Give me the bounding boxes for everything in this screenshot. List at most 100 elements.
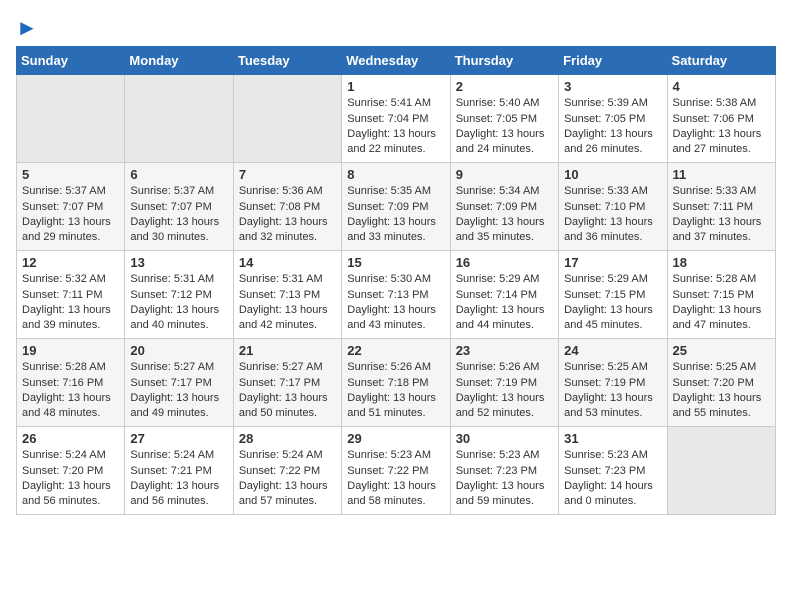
header-saturday: Saturday bbox=[667, 47, 775, 75]
day-info: Sunrise: 5:24 AMSunset: 7:21 PMDaylight:… bbox=[130, 448, 227, 510]
day-info: Sunrise: 5:34 AMSunset: 7:09 PMDaylight:… bbox=[456, 184, 553, 246]
day-info: Sunrise: 5:24 AMSunset: 7:20 PMDaylight:… bbox=[22, 448, 119, 510]
day-cell: 30 Sunrise: 5:23 AMSunset: 7:23 PMDayligh… bbox=[450, 427, 558, 515]
day-cell: 28 Sunrise: 5:24 AMSunset: 7:22 PMDayligh… bbox=[233, 427, 341, 515]
week-row-2: 5 Sunrise: 5:37 AMSunset: 7:07 PMDaylight… bbox=[17, 163, 776, 251]
day-info: Sunrise: 5:27 AMSunset: 7:17 PMDaylight:… bbox=[130, 360, 227, 422]
day-info: Sunrise: 5:32 AMSunset: 7:11 PMDaylight:… bbox=[22, 272, 119, 334]
day-info: Sunrise: 5:36 AMSunset: 7:08 PMDaylight:… bbox=[239, 184, 336, 246]
day-cell: 9 Sunrise: 5:34 AMSunset: 7:09 PMDaylight… bbox=[450, 163, 558, 251]
day-info: Sunrise: 5:26 AMSunset: 7:19 PMDaylight:… bbox=[456, 360, 553, 422]
day-cell: 5 Sunrise: 5:37 AMSunset: 7:07 PMDaylight… bbox=[17, 163, 125, 251]
day-info: Sunrise: 5:29 AMSunset: 7:14 PMDaylight:… bbox=[456, 272, 553, 334]
day-number: 22 bbox=[347, 343, 444, 358]
day-info: Sunrise: 5:23 AMSunset: 7:23 PMDaylight:… bbox=[456, 448, 553, 510]
day-cell bbox=[667, 427, 775, 515]
day-cell: 21 Sunrise: 5:27 AMSunset: 7:17 PMDayligh… bbox=[233, 339, 341, 427]
header-friday: Friday bbox=[559, 47, 667, 75]
day-number: 5 bbox=[22, 167, 119, 182]
day-info: Sunrise: 5:25 AMSunset: 7:20 PMDaylight:… bbox=[673, 360, 770, 422]
day-info: Sunrise: 5:23 AMSunset: 7:22 PMDaylight:… bbox=[347, 448, 444, 510]
day-cell: 26 Sunrise: 5:24 AMSunset: 7:20 PMDayligh… bbox=[17, 427, 125, 515]
logo: ► bbox=[16, 16, 38, 36]
day-info: Sunrise: 5:39 AMSunset: 7:05 PMDaylight:… bbox=[564, 96, 661, 158]
day-cell: 6 Sunrise: 5:37 AMSunset: 7:07 PMDaylight… bbox=[125, 163, 233, 251]
day-info: Sunrise: 5:33 AMSunset: 7:10 PMDaylight:… bbox=[564, 184, 661, 246]
day-cell: 24Sunrise: 5:25 AMSunset: 7:19 PMDayligh… bbox=[559, 339, 667, 427]
day-number: 1 bbox=[347, 79, 444, 94]
day-info: Sunrise: 5:29 AMSunset: 7:15 PMDaylight:… bbox=[564, 272, 661, 334]
day-number: 15 bbox=[347, 255, 444, 270]
day-number: 18 bbox=[673, 255, 770, 270]
day-cell: 22 Sunrise: 5:26 AMSunset: 7:18 PMDayligh… bbox=[342, 339, 450, 427]
day-number: 4 bbox=[673, 79, 770, 94]
day-info: Sunrise: 5:37 AMSunset: 7:07 PMDaylight:… bbox=[130, 184, 227, 246]
day-number: 29 bbox=[347, 431, 444, 446]
logo-bird-arrow: ► bbox=[16, 15, 38, 40]
day-number: 13 bbox=[130, 255, 227, 270]
day-cell: 3Sunrise: 5:39 AMSunset: 7:05 PMDaylight… bbox=[559, 75, 667, 163]
day-info: Sunrise: 5:24 AMSunset: 7:22 PMDaylight:… bbox=[239, 448, 336, 510]
header-sunday: Sunday bbox=[17, 47, 125, 75]
day-number: 2 bbox=[456, 79, 553, 94]
day-info: Sunrise: 5:37 AMSunset: 7:07 PMDaylight:… bbox=[22, 184, 119, 246]
day-cell: 11Sunrise: 5:33 AMSunset: 7:11 PMDayligh… bbox=[667, 163, 775, 251]
week-row-4: 19Sunrise: 5:28 AMSunset: 7:16 PMDayligh… bbox=[17, 339, 776, 427]
day-cell: 8 Sunrise: 5:35 AMSunset: 7:09 PMDaylight… bbox=[342, 163, 450, 251]
day-info: Sunrise: 5:31 AMSunset: 7:13 PMDaylight:… bbox=[239, 272, 336, 334]
day-number: 16 bbox=[456, 255, 553, 270]
calendar-table: SundayMondayTuesdayWednesdayThursdayFrid… bbox=[16, 46, 776, 515]
day-cell: 7Sunrise: 5:36 AMSunset: 7:08 PMDaylight… bbox=[233, 163, 341, 251]
day-number: 17 bbox=[564, 255, 661, 270]
day-cell: 4Sunrise: 5:38 AMSunset: 7:06 PMDaylight… bbox=[667, 75, 775, 163]
day-info: Sunrise: 5:31 AMSunset: 7:12 PMDaylight:… bbox=[130, 272, 227, 334]
week-row-3: 12 Sunrise: 5:32 AMSunset: 7:11 PMDayligh… bbox=[17, 251, 776, 339]
day-number: 10 bbox=[564, 167, 661, 182]
week-row-1: 1 Sunrise: 5:41 AMSunset: 7:04 PMDaylight… bbox=[17, 75, 776, 163]
day-info: Sunrise: 5:30 AMSunset: 7:13 PMDaylight:… bbox=[347, 272, 444, 334]
day-cell bbox=[233, 75, 341, 163]
day-cell: 25 Sunrise: 5:25 AMSunset: 7:20 PMDayligh… bbox=[667, 339, 775, 427]
day-number: 30 bbox=[456, 431, 553, 446]
day-info: Sunrise: 5:25 AMSunset: 7:19 PMDaylight:… bbox=[564, 360, 661, 422]
day-cell bbox=[17, 75, 125, 163]
day-info: Sunrise: 5:35 AMSunset: 7:09 PMDaylight:… bbox=[347, 184, 444, 246]
day-cell: 27 Sunrise: 5:24 AMSunset: 7:21 PMDayligh… bbox=[125, 427, 233, 515]
day-cell: 17 Sunrise: 5:29 AMSunset: 7:15 PMDayligh… bbox=[559, 251, 667, 339]
header-wednesday: Wednesday bbox=[342, 47, 450, 75]
day-cell: 13 Sunrise: 5:31 AMSunset: 7:12 PMDayligh… bbox=[125, 251, 233, 339]
day-number: 23 bbox=[456, 343, 553, 358]
day-number: 6 bbox=[130, 167, 227, 182]
page-header: ► bbox=[16, 16, 776, 36]
header-tuesday: Tuesday bbox=[233, 47, 341, 75]
day-number: 21 bbox=[239, 343, 336, 358]
day-info: Sunrise: 5:33 AMSunset: 7:11 PMDaylight:… bbox=[673, 184, 770, 246]
day-cell: 14 Sunrise: 5:31 AMSunset: 7:13 PMDayligh… bbox=[233, 251, 341, 339]
day-number: 25 bbox=[673, 343, 770, 358]
day-number: 31 bbox=[564, 431, 661, 446]
day-info: Sunrise: 5:27 AMSunset: 7:17 PMDaylight:… bbox=[239, 360, 336, 422]
day-number: 28 bbox=[239, 431, 336, 446]
day-number: 14 bbox=[239, 255, 336, 270]
day-cell bbox=[125, 75, 233, 163]
day-cell: 19Sunrise: 5:28 AMSunset: 7:16 PMDayligh… bbox=[17, 339, 125, 427]
header-thursday: Thursday bbox=[450, 47, 558, 75]
day-cell: 12 Sunrise: 5:32 AMSunset: 7:11 PMDayligh… bbox=[17, 251, 125, 339]
day-number: 26 bbox=[22, 431, 119, 446]
day-info: Sunrise: 5:28 AMSunset: 7:16 PMDaylight:… bbox=[22, 360, 119, 422]
day-cell: 16 Sunrise: 5:29 AMSunset: 7:14 PMDayligh… bbox=[450, 251, 558, 339]
day-info: Sunrise: 5:23 AMSunset: 7:23 PMDaylight:… bbox=[564, 448, 661, 510]
day-cell: 29 Sunrise: 5:23 AMSunset: 7:22 PMDayligh… bbox=[342, 427, 450, 515]
day-number: 27 bbox=[130, 431, 227, 446]
day-info: Sunrise: 5:41 AMSunset: 7:04 PMDaylight:… bbox=[347, 96, 444, 158]
day-cell: 18 Sunrise: 5:28 AMSunset: 7:15 PMDayligh… bbox=[667, 251, 775, 339]
day-cell: 2Sunrise: 5:40 AMSunset: 7:05 PMDaylight… bbox=[450, 75, 558, 163]
day-number: 9 bbox=[456, 167, 553, 182]
day-info: Sunrise: 5:28 AMSunset: 7:15 PMDaylight:… bbox=[673, 272, 770, 334]
day-number: 8 bbox=[347, 167, 444, 182]
header-row: SundayMondayTuesdayWednesdayThursdayFrid… bbox=[17, 47, 776, 75]
day-number: 12 bbox=[22, 255, 119, 270]
day-info: Sunrise: 5:26 AMSunset: 7:18 PMDaylight:… bbox=[347, 360, 444, 422]
day-cell: 23 Sunrise: 5:26 AMSunset: 7:19 PMDayligh… bbox=[450, 339, 558, 427]
day-cell: 10 Sunrise: 5:33 AMSunset: 7:10 PMDayligh… bbox=[559, 163, 667, 251]
